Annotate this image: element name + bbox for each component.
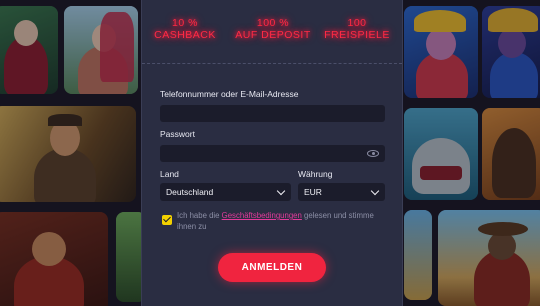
game-tile-adventurer xyxy=(0,106,136,202)
game-tile-cowboy-sky xyxy=(404,210,432,300)
currency-select[interactable]: EUR xyxy=(298,183,385,201)
bonus-label: AUF DEPOSIT xyxy=(235,29,311,41)
game-tile-jester-pink xyxy=(404,6,478,98)
chevron-down-icon xyxy=(370,186,380,196)
contact-label: Telefonnummer oder E-Mail-Adresse xyxy=(160,89,299,99)
currency-value: EUR xyxy=(304,187,322,197)
game-tile-jester-blue xyxy=(482,6,540,98)
contact-input[interactable] xyxy=(160,105,385,122)
game-tile-queen xyxy=(0,6,58,94)
country-value: Deutschland xyxy=(166,187,214,197)
bonus-value: 100 xyxy=(347,17,367,29)
chevron-down-icon xyxy=(276,186,286,196)
eye-icon[interactable] xyxy=(367,150,379,157)
terms-checkbox[interactable] xyxy=(162,215,172,225)
game-tile-pirate xyxy=(0,212,108,306)
terms-link[interactable]: Geschäftsbedingungen xyxy=(222,211,302,220)
bonus-freespins: 100 FREISPIELE xyxy=(314,17,400,41)
password-input[interactable] xyxy=(160,145,385,162)
bonus-value: 100 % xyxy=(256,17,290,29)
game-tile-horse xyxy=(482,108,540,200)
game-tile-sheriff xyxy=(438,210,540,306)
game-tile-shark xyxy=(404,108,478,200)
game-tile-woman xyxy=(64,6,138,94)
bonus-value: 10 % xyxy=(172,17,198,29)
bonus-label: FREISPIELE xyxy=(324,29,390,41)
terms-text: Ich habe die Geschäftsbedingungen gelese… xyxy=(177,211,377,232)
registration-panel: 10 % CASHBACK 100 % AUF DEPOSIT 100 FREI… xyxy=(141,0,403,306)
bonus-label: CASHBACK xyxy=(154,29,216,41)
currency-label: Währung xyxy=(298,169,333,179)
dashed-divider xyxy=(142,63,402,64)
country-select[interactable]: Deutschland xyxy=(160,183,291,201)
country-label: Land xyxy=(160,169,179,179)
register-button[interactable]: ANMELDEN xyxy=(218,253,326,282)
password-label: Passwort xyxy=(160,129,195,139)
terms-prefix: Ich habe die xyxy=(177,211,222,220)
bonus-cashback: 10 % CASHBACK xyxy=(142,17,228,41)
bonus-deposit: 100 % AUF DEPOSIT xyxy=(230,17,316,41)
